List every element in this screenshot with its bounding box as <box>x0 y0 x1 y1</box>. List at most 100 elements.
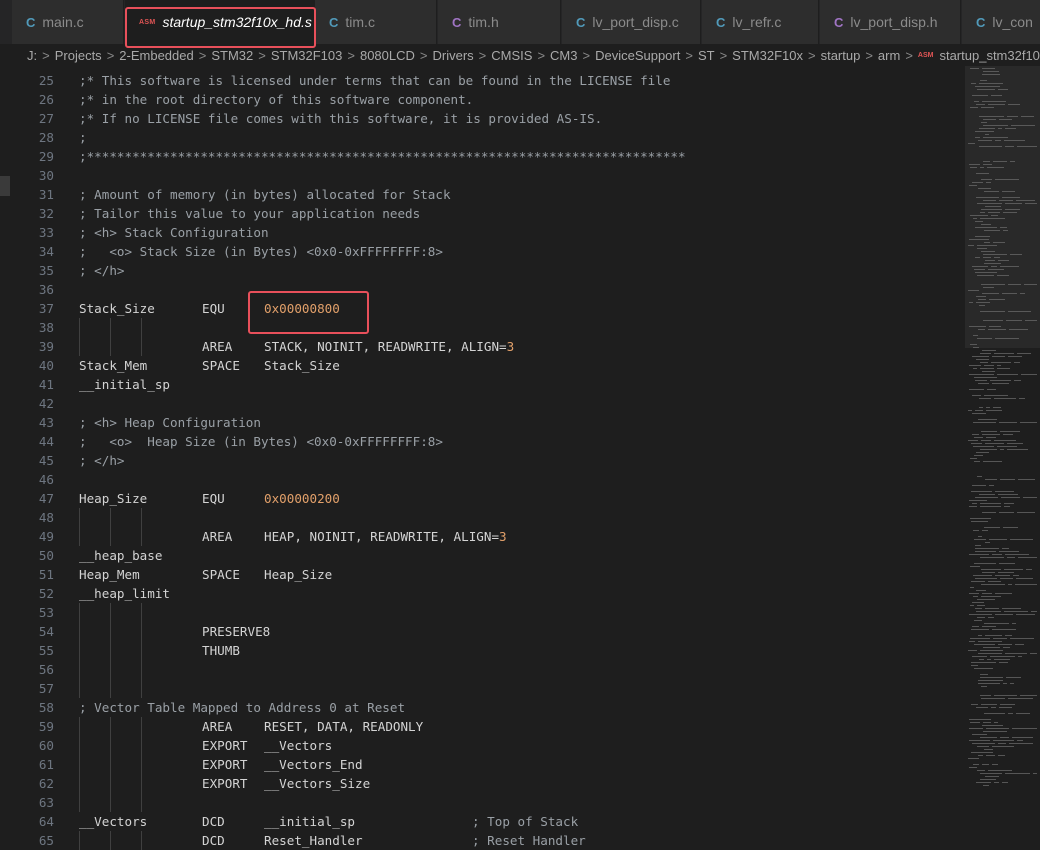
tab-lv-port-disp-c[interactable]: Clv_port_disp.c <box>562 0 701 44</box>
tab-tim-h[interactable]: Ctim.h <box>438 0 561 44</box>
breadcrumb-item[interactable]: CM3 <box>550 48 577 63</box>
indent-guide <box>79 318 80 337</box>
code-line[interactable]: 47 Heap_Size EQU 0x00000200 <box>0 489 960 508</box>
code-operand: Heap_Size <box>264 567 333 582</box>
breadcrumb-item[interactable]: arm <box>878 48 900 63</box>
code-line[interactable]: 35 ; </h> <box>0 261 960 280</box>
breadcrumb-item[interactable]: ST <box>698 48 715 63</box>
line-number: 41 <box>38 377 54 392</box>
minimap-line <box>980 674 988 675</box>
code-line[interactable]: 33 ; <h> Stack Configuration <box>0 223 960 242</box>
minimap-line <box>993 242 1005 243</box>
code-line[interactable]: 43 ; <h> Heap Configuration <box>0 413 960 432</box>
code-line[interactable]: 54 PRESERVE8 <box>0 622 960 641</box>
code-number: 3 <box>506 339 515 354</box>
code-line[interactable]: 37 Stack_Size EQU 0x00000800 <box>0 299 960 318</box>
code-line[interactable]: 63 <box>0 793 960 812</box>
breadcrumb-item[interactable]: DeviceSupport <box>595 48 680 63</box>
tab-main-c[interactable]: Cmain.c <box>12 0 124 44</box>
code-line[interactable]: 30 <box>0 166 960 185</box>
minimap-line <box>1002 293 1017 294</box>
code-line[interactable]: 39 AREA STACK, NOINIT, READWRITE, ALIGN=3 <box>0 337 960 356</box>
code-line[interactable]: 38 <box>0 318 960 337</box>
code-line[interactable]: 48 <box>0 508 960 527</box>
indent-guide <box>110 774 111 793</box>
code-line[interactable]: 62 EXPORT __Vectors_Size <box>0 774 960 793</box>
breadcrumb-item[interactable]: Drivers <box>433 48 474 63</box>
code-line[interactable]: 56 <box>0 660 960 679</box>
breadcrumb-item[interactable]: CMSIS <box>491 48 532 63</box>
indent-guide <box>141 717 142 736</box>
minimap-line <box>994 695 1017 696</box>
minimap-line <box>1021 374 1037 375</box>
code-line[interactable]: 53 <box>0 603 960 622</box>
tab-lv-port-disp-h[interactable]: Clv_port_disp.h <box>820 0 961 44</box>
code-line[interactable]: 45 ; </h> <box>0 451 960 470</box>
line-number: 55 <box>38 643 54 658</box>
minimap-line <box>981 209 1002 210</box>
minimap-line <box>1005 653 1027 654</box>
line-number: 44 <box>38 434 54 449</box>
code-line[interactable]: 26 ;* in the root directory of this softw… <box>0 90 960 109</box>
code-editor[interactable]: 25 ;* This software is licensed under ter… <box>0 66 965 850</box>
breadcrumb-item[interactable]: STM32F10x <box>732 48 803 63</box>
code-line[interactable]: 58 ; Vector Table Mapped to Address 0 at … <box>0 698 960 717</box>
code-line[interactable]: 46 <box>0 470 960 489</box>
code-line[interactable]: 40 Stack_Mem SPACE Stack_Size <box>0 356 960 375</box>
minimap-line <box>968 410 972 411</box>
code-line[interactable]: 61 EXPORT __Vectors_End <box>0 755 960 774</box>
code-line[interactable]: 44 ; <o> Heap Size (in Bytes) <0x0-0xFFFF… <box>0 432 960 451</box>
breadcrumb-item[interactable]: J: <box>27 48 37 63</box>
breadcrumb-file[interactable]: startup_stm32f10x_hd.s <box>939 48 1040 63</box>
minimap-line <box>968 650 977 651</box>
code-line[interactable]: 51 Heap_Mem SPACE Heap_Size <box>0 565 960 584</box>
minimap-line <box>994 440 1016 441</box>
code-label: __heap_limit <box>79 586 170 601</box>
minimap-line <box>970 458 977 459</box>
code-line[interactable]: 64 __Vectors DCD __initial_sp ; Top of Stack <box>0 812 960 831</box>
minimap-line <box>981 704 997 705</box>
breadcrumb-item[interactable]: Projects <box>55 48 102 63</box>
breadcrumb-item[interactable]: 8080LCD <box>360 48 415 63</box>
breadcrumb-item[interactable]: STM32F103 <box>271 48 343 63</box>
code-line[interactable]: 42 <box>0 394 960 413</box>
breadcrumb-item[interactable]: STM32 <box>211 48 253 63</box>
code-line[interactable]: 34 ; <o> Stack Size (in Bytes) <0x0-0xFFF… <box>0 242 960 261</box>
code-line[interactable]: 25 ;* This software is licensed under ter… <box>0 71 960 90</box>
tab-startup-stm32f10x-hd-s[interactable]: ASMstartup_stm32f10x_hd.s× <box>125 0 328 44</box>
code-line[interactable]: 52 __heap_limit <box>0 584 960 603</box>
minimap-line <box>975 497 998 498</box>
code-line[interactable]: 31 ; Amount of memory (in bytes) allocate… <box>0 185 960 204</box>
breadcrumb-item[interactable]: startup <box>821 48 861 63</box>
code-line[interactable]: 57 <box>0 679 960 698</box>
minimap-line <box>971 521 988 522</box>
code-line[interactable]: 59 AREA RESET, DATA, READONLY <box>0 717 960 736</box>
tab-lv-refr-c[interactable]: Clv_refr.c <box>702 0 819 44</box>
tab-tim-c[interactable]: Ctim.c <box>315 0 437 44</box>
minimap-line <box>1003 434 1013 435</box>
code-line[interactable]: 65 DCD Reset_Handler ; Reset Handler <box>0 831 960 850</box>
minimap-viewport-slider[interactable] <box>965 66 1040 348</box>
code-line[interactable]: 27 ;* If no LICENSE file comes with this … <box>0 109 960 128</box>
code-mnemonic: SPACE <box>202 567 240 582</box>
breadcrumb-item[interactable]: 2-Embedded <box>119 48 193 63</box>
minimap-line <box>1024 284 1037 285</box>
minimap[interactable] <box>965 66 1040 850</box>
code-line[interactable]: 36 <box>0 280 960 299</box>
minimap-line <box>974 644 995 645</box>
code-line[interactable]: 29 ;*************************************… <box>0 147 960 166</box>
code-line[interactable]: 60 EXPORT __Vectors <box>0 736 960 755</box>
minimap-line <box>984 749 993 750</box>
tab-lv-con[interactable]: Clv_con <box>962 0 1040 44</box>
minimap-line <box>985 443 1004 444</box>
code-line[interactable]: 41 __initial_sp <box>0 375 960 394</box>
code-line[interactable]: 50 __heap_base <box>0 546 960 565</box>
line-number: 64 <box>38 814 54 829</box>
minimap-line <box>1000 578 1013 579</box>
minimap-line <box>980 311 1005 312</box>
code-line[interactable]: 28; <box>0 128 960 147</box>
code-line[interactable]: 55 THUMB <box>0 641 960 660</box>
code-line[interactable]: 32 ; Tailor this value to your applicatio… <box>0 204 960 223</box>
code-line[interactable]: 49 AREA HEAP, NOINIT, READWRITE, ALIGN=3 <box>0 527 960 546</box>
code-mnemonic: AREA <box>202 529 233 544</box>
